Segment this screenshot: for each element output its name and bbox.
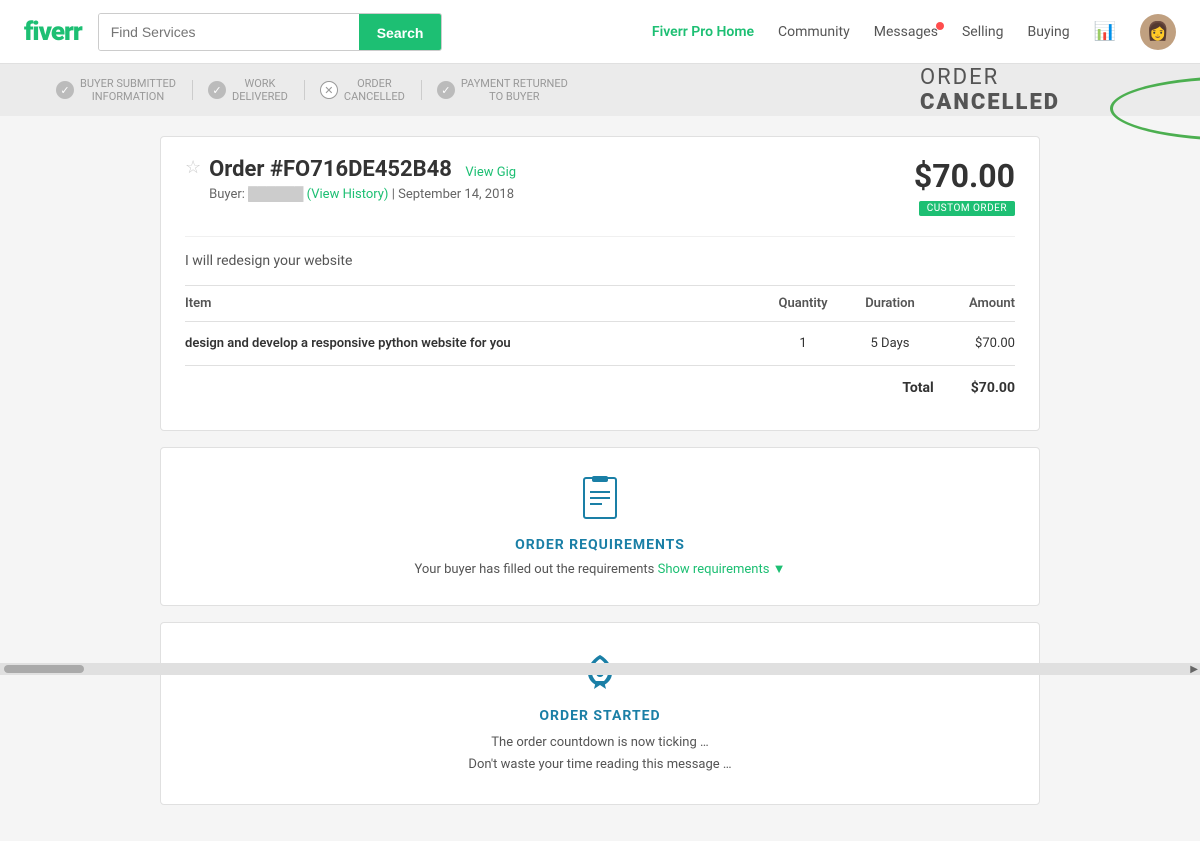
order-started-card: ORDER STARTED The order countdown is now… [160,622,1040,805]
order-id: Order #FO716DE452B48 [209,157,452,182]
nav-community[interactable]: Community [778,24,850,40]
total-label: Total [185,366,934,411]
order-price-section: $70.00 CUSTOM ORDER [914,157,1015,216]
col-item: Item [185,286,760,322]
step-label: ORDERCANCELLED [344,77,405,103]
view-history-link[interactable]: (View History) [307,187,389,202]
nav-buying[interactable]: Buying [1028,24,1070,40]
order-meta: Buyer: ██████ (View History) | September… [209,186,516,202]
buyer-label: Buyer: [209,187,245,202]
total-value: $70.00 [934,366,1015,411]
search-input-wrap: Search [98,13,443,51]
col-duration: Duration [846,286,933,322]
row-amount: $70.00 [934,322,1015,366]
order-table: Item Quantity Duration Amount design and… [185,285,1015,410]
header-nav: Fiverr Pro Home Community Messages Selli… [652,14,1176,50]
step-order-cancelled: ✕ ORDERCANCELLED [304,77,421,103]
step-label: BUYER SUBMITTEDINFORMATION [80,77,176,103]
step-check-icon: ✓ [208,81,226,99]
requirements-text: Your buyer has filled out the requiremen… [185,561,1015,577]
step-label: WORKDELIVERED [232,77,288,103]
table-row: design and develop a responsive python w… [185,322,1015,366]
progress-steps: ✓ BUYER SUBMITTEDINFORMATION ✓ WORKDELIV… [40,77,584,103]
order-title-info: Order #FO716DE452B48 View Gig Buyer: ███… [209,157,516,202]
order-started-icon [185,651,1015,700]
row-quantity: 1 [760,322,847,366]
step-cross-icon: ✕ [320,81,338,99]
step-payment-returned: ✓ PAYMENT RETURNEDTO BUYER [421,77,584,103]
nav-messages[interactable]: Messages [874,24,938,40]
fiverr-logo[interactable]: fiverr [24,17,82,47]
order-date: September 14, 2018 [398,187,514,202]
col-amount: Amount [934,286,1015,322]
custom-order-badge: CUSTOM ORDER [919,201,1015,216]
requirements-card: ORDER REQUIREMENTS Your buyer has filled… [160,447,1040,606]
user-avatar[interactable]: 👩 [1140,14,1176,50]
search-input[interactable] [99,14,359,50]
scroll-right-arrow[interactable]: ▶ [1190,664,1198,675]
buyer-name: ██████ [248,187,303,202]
order-details-card: ☆ Order #FO716DE452B48 View Gig Buyer: █… [160,136,1040,431]
order-started-text: The order countdown is now ticking … Don… [185,732,1015,776]
col-quantity: Quantity [760,286,847,322]
row-item-name: design and develop a responsive python w… [185,322,760,366]
search-button[interactable]: Search [359,14,442,51]
order-started-title: ORDER STARTED [185,708,1015,724]
order-table-head: Item Quantity Duration Amount [185,286,1015,322]
favorite-star-icon[interactable]: ☆ [185,157,201,178]
messages-notification-dot [936,22,944,30]
order-description: I will redesign your website [185,236,1015,269]
nav-pro-home[interactable]: Fiverr Pro Home [652,24,754,40]
step-check-icon: ✓ [437,81,455,99]
search-bar: Search [98,13,443,51]
order-title-row: ☆ Order #FO716DE452B48 View Gig Buyer: █… [185,157,1015,216]
step-check-icon: ✓ [56,81,74,99]
cancelled-text: ORDER CANCELLED [920,65,1060,115]
order-header: ☆ Order #FO716DE452B48 View Gig Buyer: █… [161,137,1039,430]
header: fiverr Search Fiverr Pro Home Community … [0,0,1200,64]
total-row: Total $70.00 [185,366,1015,411]
main-content: ☆ Order #FO716DE452B48 View Gig Buyer: █… [0,116,1200,841]
order-id-row: Order #FO716DE452B48 View Gig [209,157,516,182]
analytics-icon[interactable]: 📊 [1094,21,1116,42]
requirements-title: ORDER REQUIREMENTS [185,537,1015,553]
bottom-scrollbar[interactable]: ▶ [0,663,1200,675]
show-requirements-link[interactable]: Show requirements ▼ [658,562,786,577]
step-label: PAYMENT RETURNEDTO BUYER [461,77,568,103]
row-duration: 5 Days [846,322,933,366]
progress-bar: ✓ BUYER SUBMITTEDINFORMATION ✓ WORKDELIV… [0,64,1200,116]
step-work-delivered: ✓ WORKDELIVERED [192,77,304,103]
order-cancelled-badge: ORDER CANCELLED [920,65,1060,115]
view-gig-link[interactable]: View Gig [465,165,516,180]
order-price: $70.00 [914,157,1015,195]
scroll-thumb[interactable] [4,665,84,673]
order-table-body: design and develop a responsive python w… [185,322,1015,411]
requirements-icon [185,476,1015,529]
order-title-left: ☆ Order #FO716DE452B48 View Gig Buyer: █… [185,157,516,202]
nav-selling[interactable]: Selling [962,24,1004,40]
step-buyer-submitted: ✓ BUYER SUBMITTEDINFORMATION [40,77,192,103]
